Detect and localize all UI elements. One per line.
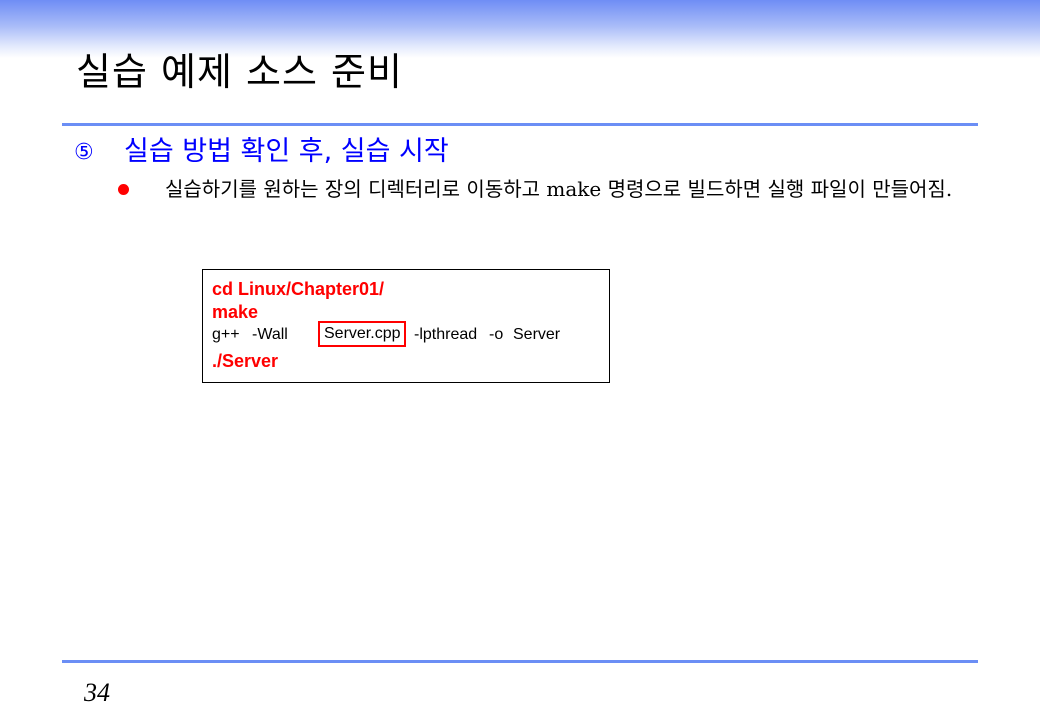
code-line-cd: cd Linux/Chapter01/ <box>212 279 385 299</box>
highlighted-source-file: Server.cpp <box>318 321 407 347</box>
step-title: 실습 방법 확인 후, 실습 시작 <box>124 136 449 167</box>
title-divider <box>62 123 978 126</box>
compile-flag-lpthread: -lpthread <box>414 326 478 343</box>
compile-compiler: g++ <box>212 326 240 343</box>
bullet-icon <box>118 184 129 195</box>
bullet-text: 실습하기를 원하는 장의 디렉터리로 이동하고 make 명령으로 빌드하면 실… <box>165 177 953 201</box>
step-number: ⑤ <box>74 140 94 165</box>
compile-flag-o: -o <box>489 326 504 343</box>
compile-flag-wall: -Wall <box>252 326 288 343</box>
page-number: 34 <box>84 678 110 707</box>
compile-output: Server <box>513 326 561 343</box>
code-line-make: make <box>212 302 259 322</box>
code-line-run: ./Server <box>212 351 279 371</box>
footer-divider <box>62 660 978 663</box>
slide-title: 실습 예제 소스 준비 <box>76 50 403 94</box>
code-box: cd Linux/Chapter01/ make g++ -Wall Serve… <box>202 269 610 383</box>
